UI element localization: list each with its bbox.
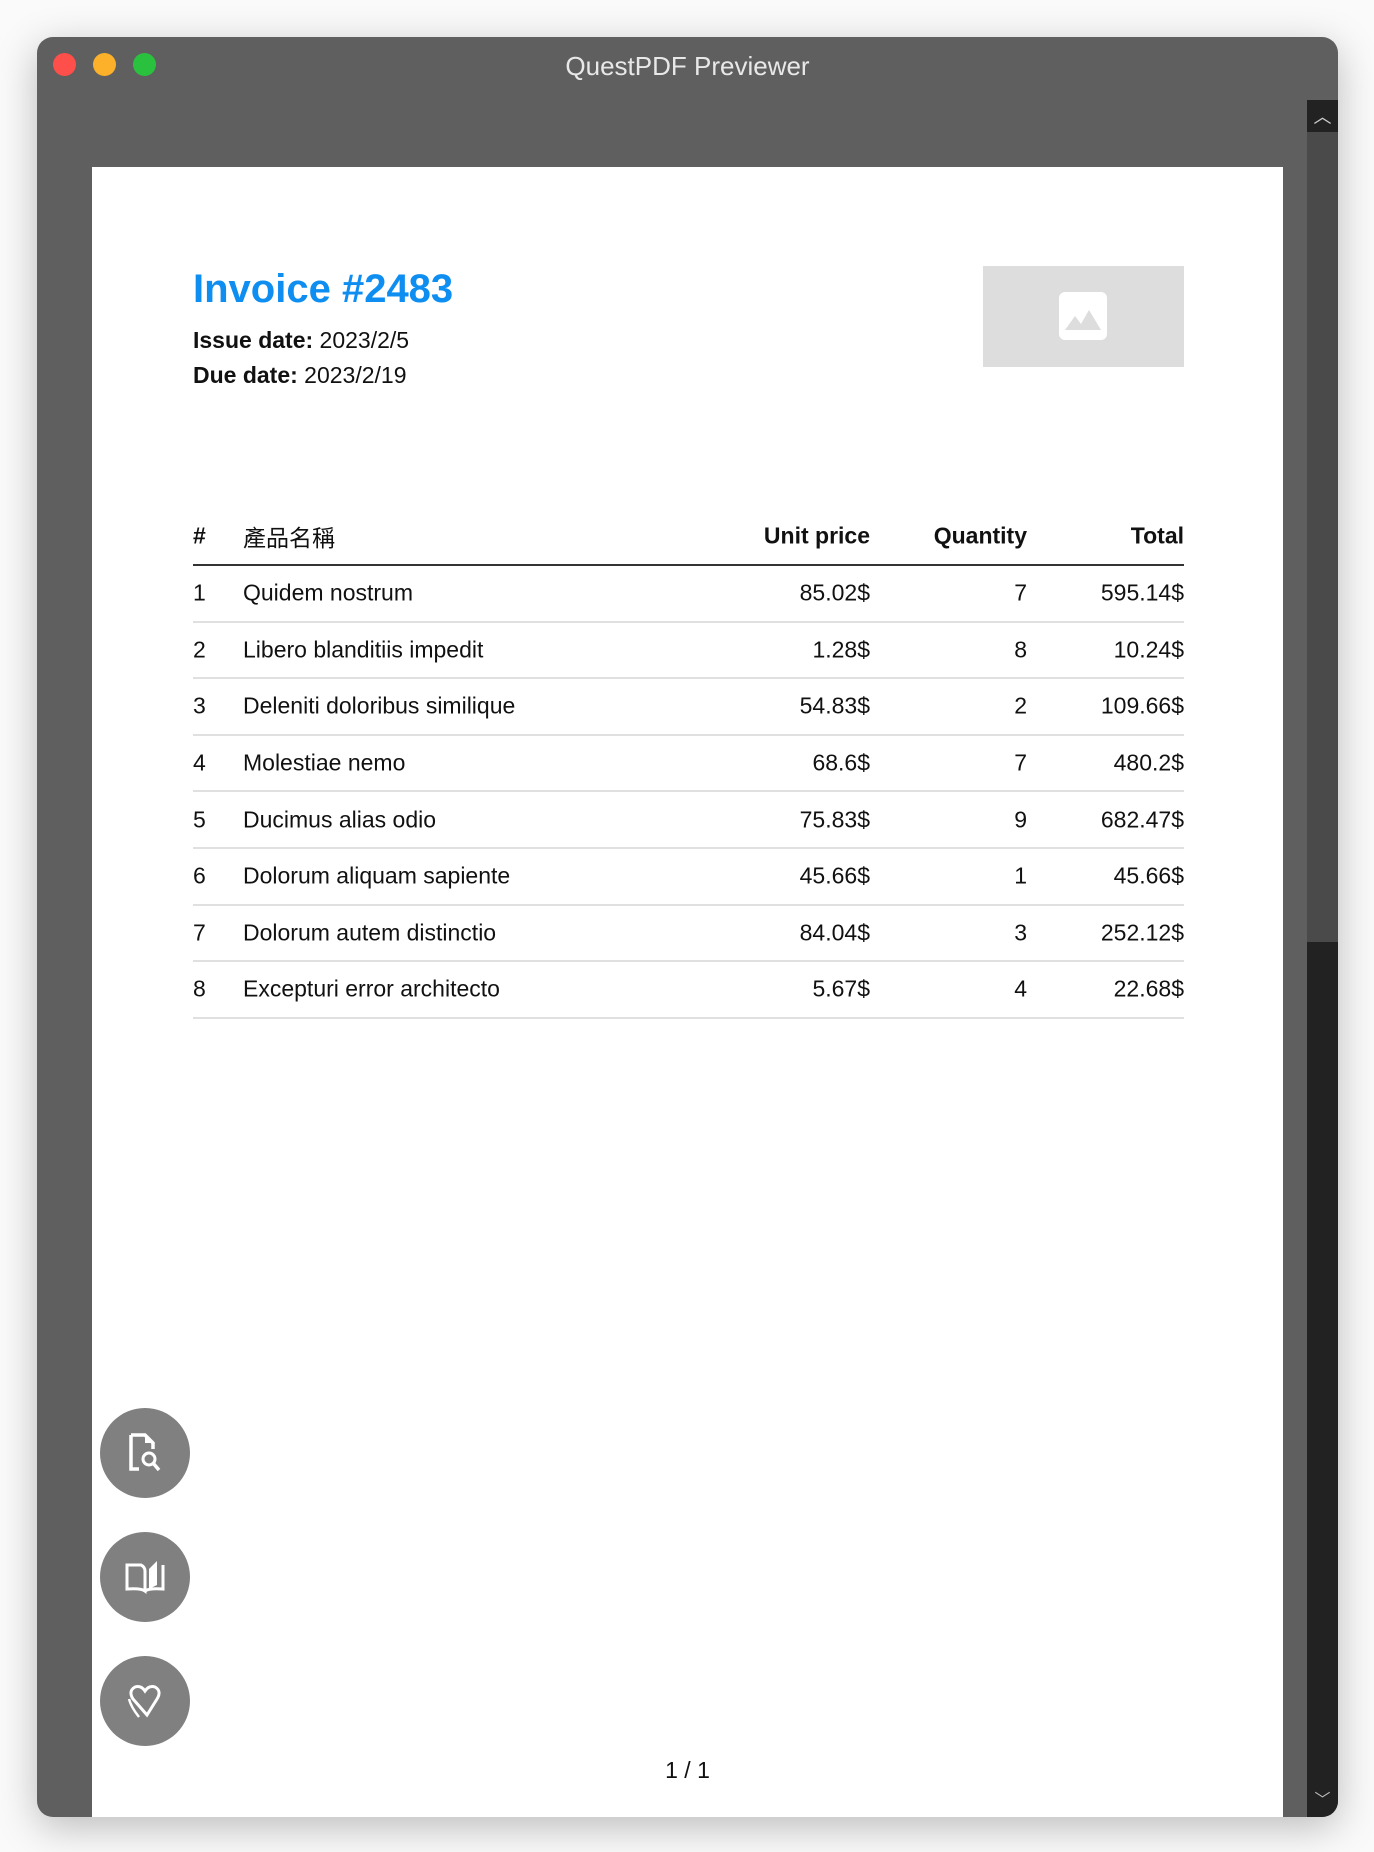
items-table: # 產品名稱 Unit price Quantity Total 1 Quidem… xyxy=(193,507,1184,1019)
open-book-icon xyxy=(125,1561,165,1594)
header-number: # xyxy=(193,522,206,548)
item-quantity: 1 xyxy=(1014,862,1027,889)
item-quantity: 3 xyxy=(1014,919,1027,946)
item-unit-price: 45.66$ xyxy=(799,862,870,889)
scrollbar-thumb[interactable] xyxy=(1307,942,1338,1817)
table-header: # 產品名稱 Unit price Quantity Total xyxy=(193,507,1184,566)
item-unit-price: 85.02$ xyxy=(799,579,870,606)
page-number: 1 / 1 xyxy=(665,1757,710,1783)
due-date: Due date: 2023/2/19 xyxy=(193,362,407,389)
table-row: 2 Libero blanditiis impedit 1.28$ 8 10.24$ xyxy=(193,623,1184,680)
sponsor-button[interactable] xyxy=(100,1656,190,1746)
item-total: 109.66$ xyxy=(1100,692,1184,719)
header-quantity: Quantity xyxy=(933,522,1027,548)
item-name: Molestiae nemo xyxy=(243,749,406,776)
item-name: Deleniti doloribus similique xyxy=(243,692,516,719)
item-unit-price: 1.28$ xyxy=(812,636,870,663)
item-unit-price: 5.67$ xyxy=(812,975,870,1002)
documentation-button[interactable] xyxy=(100,1532,190,1622)
due-date-label: Due date: xyxy=(193,362,298,388)
item-unit-price: 84.04$ xyxy=(799,919,870,946)
item-name: Dolorum autem distinctio xyxy=(243,919,497,946)
item-unit-price: 75.83$ xyxy=(799,806,870,833)
item-quantity: 2 xyxy=(1014,692,1027,719)
table-row: 5 Ducimus alias odio 75.83$ 9 682.47$ xyxy=(193,792,1184,849)
item-number: 7 xyxy=(193,919,206,946)
image-icon xyxy=(1059,292,1107,340)
header-total: Total xyxy=(1130,522,1184,548)
item-number: 1 xyxy=(193,579,206,606)
scroll-up-button[interactable]: ︿ xyxy=(1307,100,1338,132)
heart-icon xyxy=(127,1685,161,1718)
item-total: 22.68$ xyxy=(1113,975,1184,1002)
item-total: 480.2$ xyxy=(1113,749,1184,776)
table-row: 7 Dolorum autem distinctio 84.04$ 3 252.12$ xyxy=(193,906,1184,963)
item-name: Excepturi error architecto xyxy=(243,975,500,1002)
item-number: 3 xyxy=(193,692,206,719)
logo-placeholder xyxy=(983,266,1184,367)
item-name: Ducimus alias odio xyxy=(243,806,437,833)
table-row: 4 Molestiae nemo 68.6$ 7 480.2$ xyxy=(193,736,1184,793)
item-total: 682.47$ xyxy=(1100,806,1184,833)
window-title: QuestPDF Previewer xyxy=(565,51,810,81)
item-number: 5 xyxy=(193,806,206,833)
issue-date: Issue date: 2023/2/5 xyxy=(193,327,409,354)
table-row: 3 Deleniti doloribus similique 54.83$ 2 109.… xyxy=(193,679,1184,736)
item-name: Quidem nostrum xyxy=(243,579,414,606)
item-quantity: 8 xyxy=(1014,636,1027,663)
item-number: 6 xyxy=(193,862,206,889)
item-number: 4 xyxy=(193,749,206,776)
item-quantity: 4 xyxy=(1014,975,1027,1002)
item-total: 252.12$ xyxy=(1100,919,1184,946)
item-unit-price: 68.6$ xyxy=(812,749,870,776)
scroll-down-button[interactable]: ﹀ xyxy=(1307,1785,1338,1817)
table-row: 1 Quidem nostrum 85.02$ 7 595.14$ xyxy=(193,566,1184,623)
header-product-name: 產品名稱 xyxy=(243,524,335,551)
item-number: 8 xyxy=(193,975,206,1002)
issue-date-value: 2023/2/5 xyxy=(313,327,410,353)
invoice-title: Invoice #2483 xyxy=(193,267,454,311)
table-row: 8 Excepturi error architecto 5.67$ 4 22.68$ xyxy=(193,962,1184,1019)
document-search-icon xyxy=(129,1433,161,1472)
table-row: 6 Dolorum aliquam sapiente 45.66$ 1 45.66$ xyxy=(193,849,1184,906)
item-total: 10.24$ xyxy=(1113,636,1184,663)
due-date-value: 2023/2/19 xyxy=(297,362,407,388)
item-total: 45.66$ xyxy=(1113,862,1184,889)
item-name: Dolorum aliquam sapiente xyxy=(243,862,511,889)
vertical-scrollbar[interactable]: ︿ ﹀ xyxy=(1307,100,1338,1817)
item-quantity: 9 xyxy=(1014,806,1027,833)
item-quantity: 7 xyxy=(1014,749,1027,776)
pdf-page: Invoice #2483 Issue date: 2023/2/5 Due d… xyxy=(92,167,1283,1817)
item-quantity: 7 xyxy=(1014,579,1027,606)
header-unit-price: Unit price xyxy=(763,522,870,548)
issue-date-label: Issue date: xyxy=(193,327,314,353)
item-unit-price: 54.83$ xyxy=(799,692,870,719)
item-number: 2 xyxy=(193,636,206,663)
item-name: Libero blanditiis impedit xyxy=(243,636,484,663)
item-total: 595.14$ xyxy=(1100,579,1184,606)
previewer-window: QuestPDF Previewer Invoice #2483 Issue d… xyxy=(37,37,1338,1817)
inspect-document-button[interactable] xyxy=(100,1408,190,1498)
